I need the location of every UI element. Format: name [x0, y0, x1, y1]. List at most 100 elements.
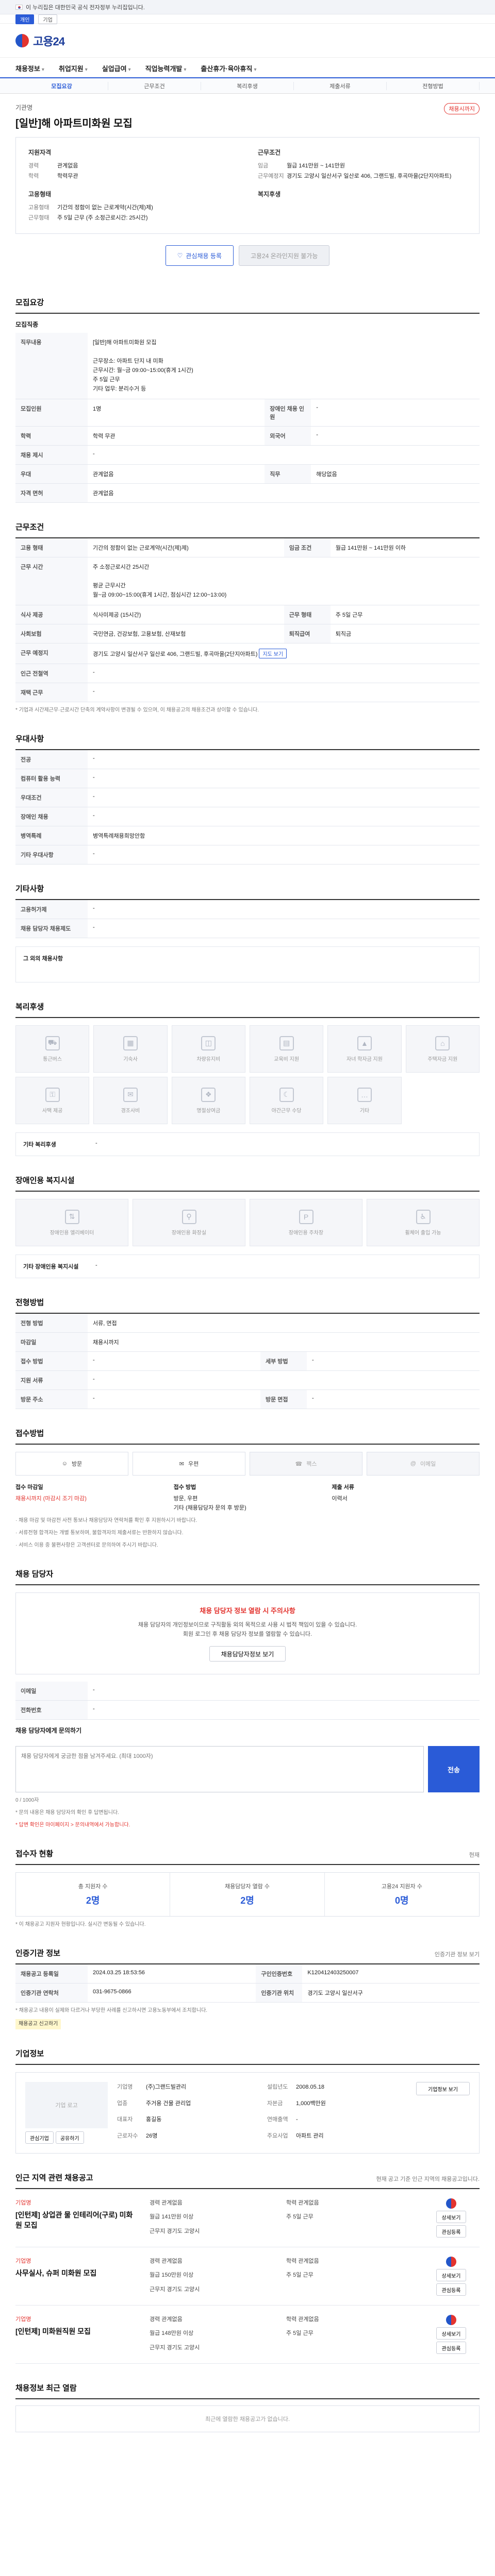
tab-screening[interactable]: 전형방법	[387, 82, 480, 90]
agency-table: 채용공고 등록일 2024.03.25 18:53:56 구인인증번호 K120412…	[15, 1964, 480, 2003]
gnb-item-training[interactable]: 직업능력개발 ▾	[145, 63, 187, 73]
conditions-note: * 기업과 시간제근무·근로시간 단축의 계약사항이 변경될 수 있으며, 이 …	[15, 707, 259, 713]
view-detail-button[interactable]: 상세보기	[436, 2269, 467, 2281]
report-link[interactable]: 채용공고 신고하기	[15, 2019, 61, 2029]
send-inquiry-button[interactable]: 전송	[428, 1746, 480, 1792]
inquiry-textarea[interactable]	[15, 1746, 424, 1792]
section-title: 인근 지역 관련 채용공고	[15, 2174, 93, 2182]
gov-banner: 이 누리집은 대한민국 공식 전자정부 누리집입니다.	[0, 0, 495, 14]
gnb-item-leave[interactable]: 출산휴가·육아휴직 ▾	[201, 63, 256, 73]
sub-title: 모집직종	[15, 321, 39, 328]
preference-table: 전공 - 컴퓨터 활용 능력 - 우대조건 - 장애인 채용 - 병역특례 병역특례채용희…	[15, 750, 480, 865]
section-title: 전형방법	[15, 1298, 44, 1307]
contact-table: 이메일 - 전화번호 -	[15, 1682, 480, 1720]
list-item[interactable]: 기업명 [인턴제] 상업관 물 인테리어(구로) 미화원 모집 경력 관계없음 학력…	[15, 2189, 480, 2247]
tab-recruit[interactable]: 모집요강	[15, 82, 108, 90]
summary-conditions-title: 근무조건	[258, 149, 281, 156]
agency-section: 인증기관 정보 인증기관 정보 보기 채용공고 등록일 2024.03.25 18:…	[15, 1947, 480, 2029]
inquiry-note: * 문의 내용은 채용 담당자의 확인 후 답변됩니다.	[15, 1810, 119, 1816]
method-visit: ☺ 방문	[15, 1452, 128, 1476]
user-type-company[interactable]: 기업	[38, 14, 57, 24]
save-job-button[interactable]: ♡ 관심채용 등록	[165, 245, 234, 266]
building-icon: ▦	[123, 1036, 138, 1050]
wheelchair-icon: ♿	[416, 1209, 431, 1224]
house-icon: ⌂	[435, 1036, 450, 1050]
section-title: 접수방법	[15, 1429, 44, 1438]
other-extra: 그 외의 채용사항	[15, 946, 480, 982]
screening-table: 전형 방법 서류, 면접 마감일 채용시까지 접수 방법 - 세부 방법 - 지원 서류 -…	[15, 1314, 480, 1409]
heart-icon: ♡	[177, 252, 183, 259]
save-related-button[interactable]: 관심등록	[436, 2342, 467, 2354]
welfare-other: 기타 복리후생 -	[15, 1132, 480, 1156]
welfare-grid: ⛟ 통근버스 ▦ 기숙사 ◫ 차량유지비 ▤ 교육비 지원 ▲ 자녀 학자금 지원 ⌂ 주택…	[15, 1025, 480, 1124]
gov-logo-icon	[446, 2257, 456, 2267]
conditions-section: 근무조건 고용 형태 기간의 정함이 없는 근로계약(시간(제)제) 임금 조건 월급…	[15, 521, 480, 715]
share-button[interactable]: 공유하기	[55, 2131, 84, 2144]
view-contact-button[interactable]: 채용담당자정보 보기	[209, 1646, 286, 1662]
person-icon: ☺	[61, 1461, 68, 1467]
company-info: 기업명 (주)그랜드빌관리 설립년도 2008.05.18 업종 주거용 건물 관리업…	[117, 2084, 326, 2139]
save-related-button[interactable]: 관심등록	[436, 2283, 467, 2296]
stat-online: 고용24 지원자 수 0명	[381, 1884, 422, 1906]
user-type-personal[interactable]: 개인	[15, 14, 35, 24]
contact-section: 채용 담당자 채용 담당자 정보 열람 시 주의사항 채용 담당자의 개인정보이…	[15, 1568, 480, 1829]
agency-info-button[interactable]: 인증기관 정보 보기	[435, 1950, 480, 1958]
apply-note: · 서류전형 합격자는 개별 통보하며, 불합격자의 제출서류는 반환하지 않습…	[15, 1530, 184, 1536]
present-icon: ❖	[201, 1087, 216, 1102]
chevron-down-icon: ▾	[41, 66, 44, 73]
map-button[interactable]: 지도 보기	[259, 649, 287, 658]
section-title: 기타사항	[15, 885, 44, 893]
stat-total: 총 지원자 수 2명	[16, 1873, 171, 1916]
chevron-down-icon: ▾	[85, 66, 88, 73]
follow-company-button[interactable]: 관심기업	[25, 2131, 54, 2144]
tab-conditions[interactable]: 근무조건	[108, 82, 201, 90]
disability-section: 장애인용 복지시설 ⇅ 장애인용 엘리베이터 ⚲ 장애인용 화장실 P 장애인용 주차…	[15, 1175, 480, 1278]
inquiry-title: 채용 담당자에게 문의하기	[15, 1727, 82, 1734]
tab-welfare[interactable]: 복리후생	[201, 82, 294, 90]
welfare-item: ◫ 차량유지비	[171, 1025, 245, 1073]
tab-documents[interactable]: 제출서류	[294, 82, 387, 90]
list-item[interactable]: 기업명 사무실사, 슈퍼 미화원 모집 경력 관계없음 학력 관계없음 월급 150만…	[15, 2247, 480, 2306]
gnb-item-jobs[interactable]: 채용정보 ▾	[15, 63, 44, 73]
stat-viewed: 채용담당자 열람 수 2명	[170, 1873, 325, 1916]
welfare-item: ⚿ 사택 제공	[15, 1077, 90, 1124]
job-title-area: 기관명 [일반]해 아파트미화원 모집 채용시까지 지원자격 경력 관계없음 학력…	[15, 94, 480, 278]
global-nav: 채용정보 ▾ 취업지원 ▾ 실업급여 ▾ 직업능력개발 ▾ 출산휴가·육아휴직 ▾	[0, 58, 495, 78]
welfare-item: ☾ 야간근무 수당	[249, 1077, 324, 1124]
screening-section: 전형방법 전형 방법 서류, 면접 마감일 채용시까지 접수 방법 - 세부 방법 - 지…	[15, 1297, 480, 1409]
view-detail-button[interactable]: 상세보기	[436, 2211, 467, 2223]
welfare-item: ⌂ 주택자금 지원	[405, 1025, 480, 1073]
brand-logo[interactable]: 고용24	[33, 32, 65, 49]
recruit-section: 모집요강 모집직종 직무내용 [일반]해 아파트미화원 모집 근무장소: 아파트 …	[15, 297, 480, 503]
company-section: 기업정보 기업 로고 관심기업 공유하기 기업명 (주)그랜드빌관리 설립년도 20…	[15, 2048, 480, 2154]
section-title: 복리후생	[15, 1003, 44, 1011]
gnb-item-unemployment[interactable]: 실업급여 ▾	[102, 63, 131, 73]
more-icon: …	[357, 1087, 372, 1102]
related-section: 인근 지역 관련 채용공고 현재 공고 기준 인근 지역의 채용공고입니다. 기업…	[15, 2172, 480, 2364]
view-detail-button[interactable]: 상세보기	[436, 2327, 467, 2340]
inquiry-count: 0 / 1000자	[15, 1798, 39, 1803]
agency-note: * 채용공고 내용이 실제와 다르거나 부당한 사례를 신고하시면 고용노동부에…	[15, 2008, 208, 2013]
welfare-item: ❖ 명절상여금	[171, 1077, 245, 1124]
disability-other: 기타 장애인용 복지시설 -	[15, 1255, 480, 1278]
preference-section: 우대사항 전공 - 컴퓨터 활용 능력 - 우대조건 - 장애인 채용 - 병역특례 병역…	[15, 733, 480, 865]
list-item[interactable]: 기업명 [인턴제] 미화원직원 모집 경력 관계없음 학력 관계없음 월급 148만원…	[15, 2306, 480, 2364]
chevron-down-icon: ▾	[254, 66, 257, 73]
apply-method-section: 접수방법 ☺ 방문 ✉ 우편 ☎ 팩스 @ 이메일 접수 마감일 채용시까지 (마감시 조…	[15, 1428, 480, 1550]
section-title: 근무조건	[15, 523, 44, 532]
gnb-item-support[interactable]: 취업지원 ▾	[59, 63, 88, 73]
save-related-button[interactable]: 관심등록	[436, 2225, 467, 2238]
method-email: @ 이메일	[367, 1452, 480, 1476]
logo-icon[interactable]	[15, 34, 29, 47]
company-name[interactable]: 기관명	[15, 103, 133, 112]
korea-flag-icon	[15, 5, 23, 10]
contact-warning: 채용 담당자 정보 열람 시 주의사항 채용 담당자의 개인정보이므로 구직활동…	[15, 1592, 480, 1674]
welfare-item: … 기타	[327, 1077, 402, 1124]
bus-icon: ⛟	[45, 1036, 60, 1050]
warning-text: 채용 담당자의 개인정보이므로 구직활동 외의 목적으로 사용 시 법적 책임이…	[138, 1622, 357, 1637]
online-apply-button[interactable]: 고용24 온라인지원 불가능	[238, 245, 330, 266]
site-header: 고용24	[0, 24, 495, 58]
company-detail-button[interactable]: 기업정보 보기	[416, 2082, 470, 2095]
summary-welfare-title: 복지후생	[258, 191, 281, 198]
graduation-icon: ▲	[357, 1036, 372, 1050]
